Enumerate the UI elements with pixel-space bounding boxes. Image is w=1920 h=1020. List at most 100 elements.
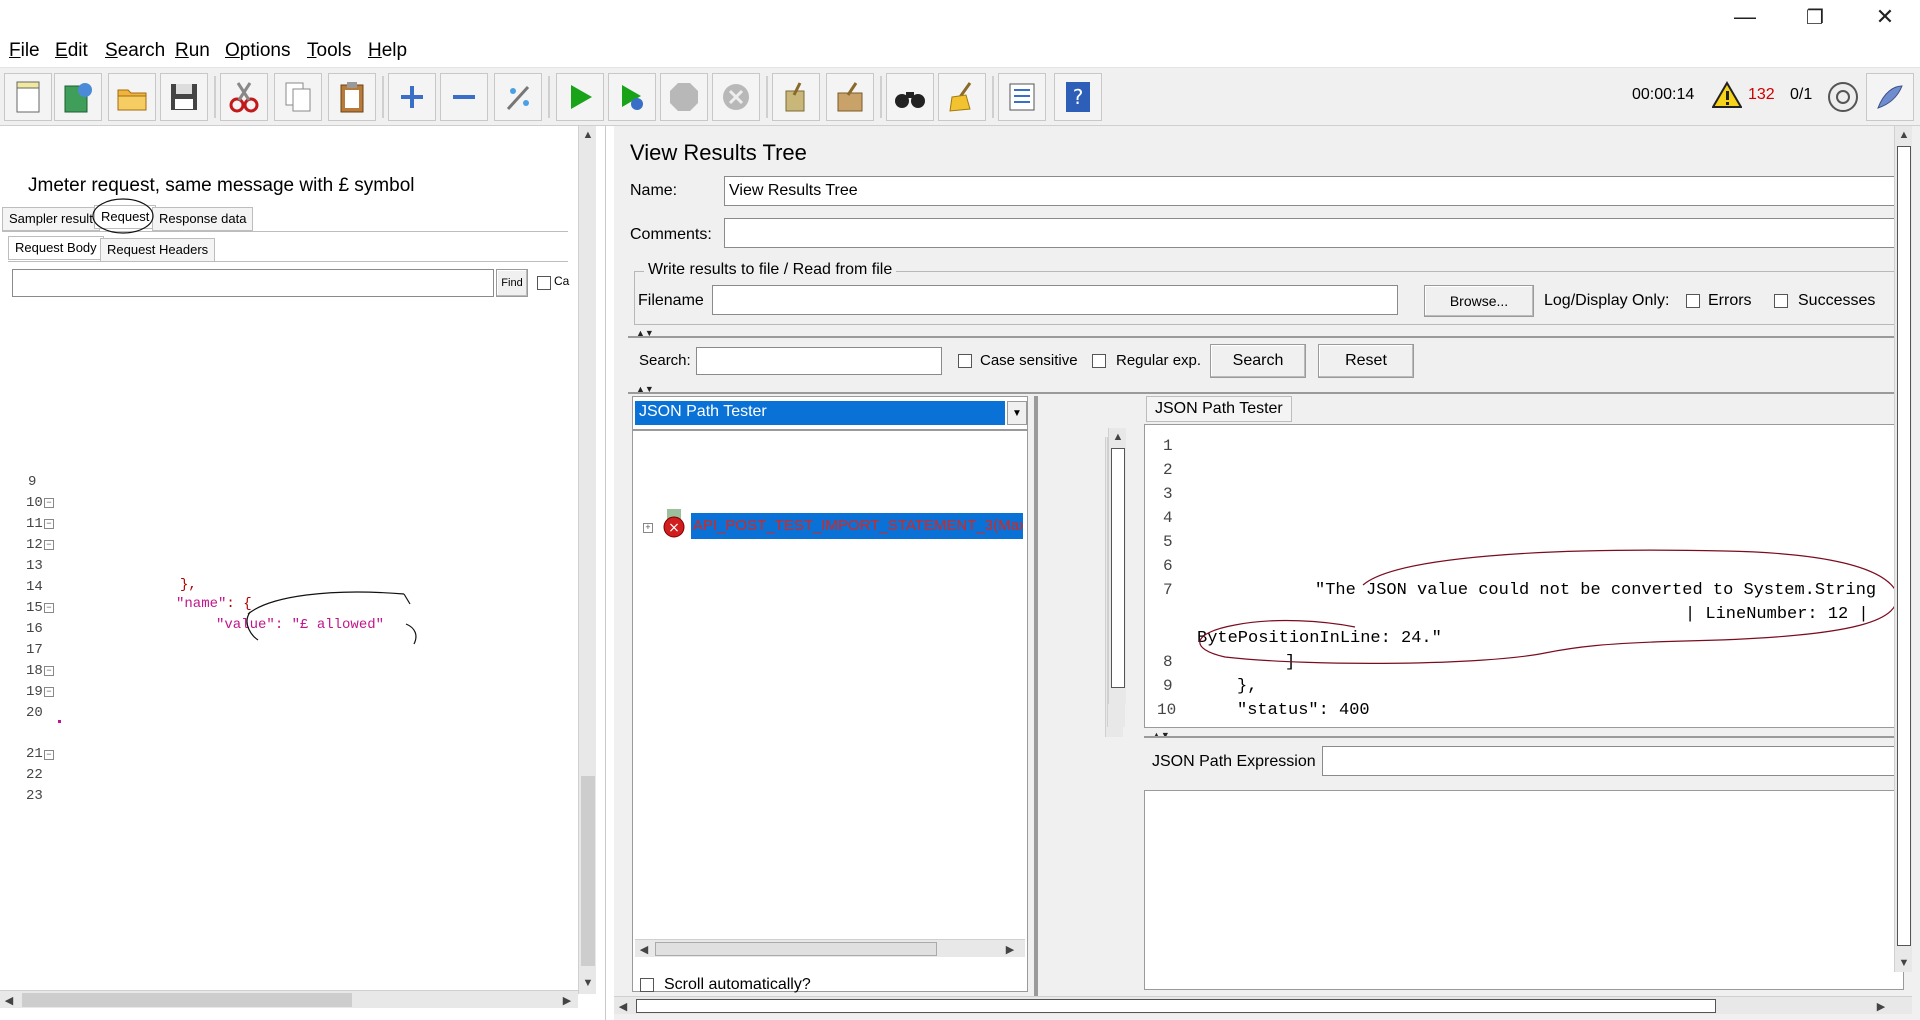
copy-button[interactable] <box>274 73 322 121</box>
tab-response-data[interactable]: Response data <box>152 207 254 231</box>
menu-tools[interactable]: Tools <box>307 40 351 62</box>
json-path-result-area[interactable] <box>1144 790 1904 990</box>
comments-input[interactable] <box>724 218 1908 248</box>
splitter[interactable] <box>628 336 1908 338</box>
scroll-left-arrow[interactable]: ◀ <box>614 997 632 1015</box>
line-number: 16 <box>26 621 43 637</box>
reset-search-button[interactable] <box>938 73 986 121</box>
response-viewer[interactable]: 1 2 3 4 5 6 7 8 9 10 "The JSON value cou… <box>1144 424 1904 728</box>
expand-all-button[interactable] <box>388 73 436 121</box>
scroll-down-arrow[interactable]: ▼ <box>1895 954 1913 972</box>
minimize-button[interactable]: — <box>1710 0 1780 34</box>
save-button[interactable] <box>160 73 208 121</box>
browse-button[interactable]: Browse... <box>1424 285 1534 317</box>
log-viewer-button[interactable] <box>1866 73 1914 121</box>
expand-tree-node[interactable]: + <box>643 523 653 533</box>
stop-button[interactable] <box>660 73 708 121</box>
search-submit-button[interactable]: Search <box>1210 344 1306 378</box>
fold-toggle[interactable]: − <box>44 750 54 760</box>
find-button[interactable]: Find <box>496 269 528 297</box>
clear-all-button[interactable] <box>826 73 874 121</box>
left-horizontal-scrollbar[interactable]: ◀ ▶ <box>0 990 578 1008</box>
tab-sampler-result[interactable]: Sampler result <box>2 207 100 231</box>
search-input[interactable] <box>696 347 942 375</box>
menu-run[interactable]: Run <box>175 40 210 62</box>
case-checkbox[interactable] <box>537 276 551 290</box>
help-button[interactable]: ? <box>1054 73 1102 121</box>
scroll-up-arrow[interactable]: ▲ <box>1895 126 1913 144</box>
scroll-up-arrow[interactable]: ▲ <box>1109 428 1127 446</box>
toggle-button[interactable] <box>494 73 542 121</box>
scroll-up-arrow[interactable]: ▲ <box>579 126 597 144</box>
menu-file[interactable]: File <box>9 40 40 62</box>
splitter[interactable] <box>628 392 1908 394</box>
shutdown-button[interactable] <box>712 73 760 121</box>
case-sensitive-checkbox[interactable] <box>958 354 972 368</box>
fold-toggle[interactable]: − <box>44 540 54 550</box>
reset-button[interactable]: Reset <box>1318 344 1414 378</box>
start-no-pauses-button[interactable] <box>608 73 656 121</box>
left-vertical-scrollbar[interactable]: ▲ ▼ <box>578 126 596 994</box>
clear-button[interactable] <box>772 73 820 121</box>
scroll-right-arrow[interactable]: ▶ <box>1872 997 1890 1015</box>
splitter-arrows-icon[interactable]: ▲▼ <box>1152 730 1170 740</box>
scroll-left-arrow[interactable]: ◀ <box>0 991 18 1009</box>
scroll-thumb[interactable] <box>1897 146 1911 946</box>
successes-checkbox[interactable] <box>1774 294 1788 308</box>
close-button[interactable]: ✕ <box>1850 0 1920 34</box>
fold-toggle[interactable]: − <box>44 603 54 613</box>
request-body-editor[interactable]: 9 10 11 12 13 14 15 16 17 18 19 20 21 22… <box>4 312 564 804</box>
warning-icon[interactable] <box>1711 81 1743 114</box>
templates-button[interactable] <box>54 73 102 121</box>
chevron-down-icon[interactable]: ▼ <box>1007 401 1027 425</box>
scroll-left-arrow[interactable]: ◀ <box>635 940 653 958</box>
paste-button[interactable] <box>328 73 376 121</box>
fold-toggle[interactable]: − <box>44 666 54 676</box>
search-button[interactable] <box>886 73 934 121</box>
tab-request-headers[interactable]: Request Headers <box>100 238 216 262</box>
line-number: 20 <box>26 705 43 721</box>
scroll-thumb[interactable] <box>22 993 352 1007</box>
toolbar-separator <box>880 76 882 118</box>
fold-toggle[interactable]: − <box>44 498 54 508</box>
menu-edit[interactable]: Edit <box>55 40 88 62</box>
cut-button[interactable] <box>220 73 268 121</box>
scroll-right-arrow[interactable]: ▶ <box>558 991 576 1009</box>
new-button[interactable] <box>4 73 52 121</box>
menu-options[interactable]: Options <box>225 40 290 62</box>
scroll-thumb[interactable] <box>581 776 595 966</box>
renderer-select[interactable]: JSON Path Tester <box>635 401 1005 425</box>
tree-vertical-scrollbar[interactable]: ▲ <box>1108 428 1126 704</box>
scroll-thumb[interactable] <box>655 942 937 956</box>
regexp-checkbox[interactable] <box>1092 354 1106 368</box>
right-horizontal-scrollbar[interactable]: ◀ ▶ <box>614 996 1912 1014</box>
tree-item-sampler[interactable]: API_POST_TEST_IMPORT_STATEMENT_3(Max Len… <box>691 513 1023 539</box>
scroll-thumb[interactable] <box>636 999 1716 1013</box>
request-find-input[interactable] <box>12 269 494 297</box>
scroll-down-arrow[interactable]: ▼ <box>579 974 597 992</box>
filename-input[interactable] <box>712 285 1398 315</box>
vertical-splitter[interactable] <box>1034 396 1038 996</box>
annotation-text: Jmeter request, same message with £ symb… <box>28 175 415 196</box>
scroll-thumb[interactable] <box>1111 448 1125 688</box>
json-path-expression-input[interactable] <box>1322 746 1904 776</box>
scroll-automatically-checkbox[interactable] <box>640 978 654 992</box>
start-button[interactable] <box>556 73 604 121</box>
open-button[interactable] <box>108 73 156 121</box>
fold-toggle[interactable]: − <box>44 687 54 697</box>
scroll-right-arrow[interactable]: ▶ <box>1001 940 1019 958</box>
errors-checkbox[interactable] <box>1686 294 1700 308</box>
right-vertical-scrollbar[interactable]: ▲ ▼ <box>1894 126 1912 972</box>
fold-toggle[interactable]: − <box>44 519 54 529</box>
restore-button[interactable]: ❐ <box>1780 0 1850 34</box>
line-number: 23 <box>26 788 43 804</box>
tab-json-path-tester[interactable]: JSON Path Tester <box>1146 396 1292 422</box>
menu-help[interactable]: Help <box>368 40 407 62</box>
tab-request-body[interactable]: Request Body <box>8 236 104 260</box>
tree-horizontal-scrollbar[interactable]: ◀ ▶ <box>635 939 1025 957</box>
menu-search[interactable]: Search <box>105 40 165 62</box>
splitter[interactable] <box>1144 736 1904 738</box>
collapse-all-button[interactable] <box>440 73 488 121</box>
name-input[interactable]: View Results Tree <box>724 176 1908 206</box>
function-helper-button[interactable] <box>998 73 1046 121</box>
